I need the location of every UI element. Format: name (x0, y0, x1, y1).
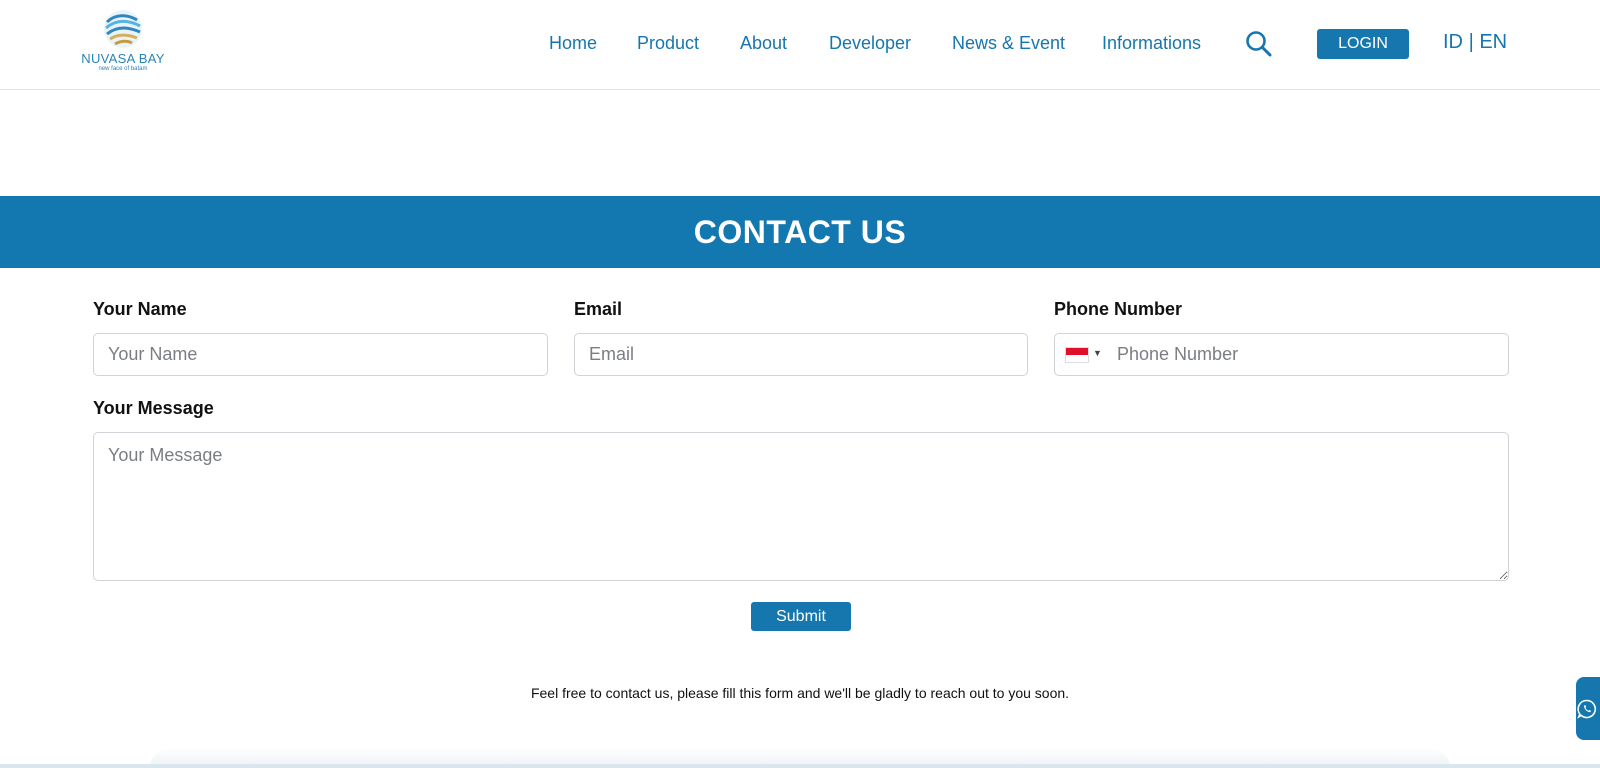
nav-developer[interactable]: Developer (829, 30, 911, 56)
contact-banner: CONTACT US (0, 196, 1600, 268)
whatsapp-chat-button[interactable] (1576, 677, 1600, 740)
page-title: CONTACT US (693, 214, 907, 250)
contact-note: Feel free to contact us, please fill thi… (530, 685, 1070, 701)
logo-mark-icon (104, 10, 142, 48)
nav-product[interactable]: Product (637, 30, 699, 56)
phone-label: Phone Number (1054, 299, 1183, 319)
footer-edge (0, 764, 1600, 768)
search-icon[interactable] (1245, 30, 1273, 58)
nav-news-event[interactable]: News & Event (952, 30, 1065, 56)
lang-separator: | (1468, 31, 1474, 53)
country-dropdown-caret-icon[interactable]: ▼ (1093, 348, 1102, 358)
email-label: Email (574, 299, 623, 319)
language-switcher: ID | EN (1443, 29, 1507, 55)
brand-logo[interactable]: NUVASA BAY new face of batam (76, 8, 170, 80)
whatsapp-icon (1577, 699, 1597, 719)
nav-about[interactable]: About (740, 30, 787, 56)
submit-button[interactable]: Submit (751, 602, 851, 631)
nav-home[interactable]: Home (549, 30, 597, 56)
message-label: Your Message (93, 398, 214, 418)
message-textarea[interactable] (93, 432, 1509, 581)
lang-id-link[interactable]: ID (1443, 31, 1463, 53)
login-button[interactable]: LOGIN (1317, 29, 1409, 59)
flag-id-icon[interactable] (1065, 347, 1089, 363)
brand-tagline: new face of batam (98, 66, 148, 72)
name-input[interactable] (93, 333, 548, 376)
name-label: Your Name (93, 299, 187, 319)
site-header: NUVASA BAY new face of batam Home Produc… (0, 0, 1600, 90)
lang-en-link[interactable]: EN (1479, 31, 1507, 53)
nav-informations[interactable]: Informations (1102, 30, 1201, 56)
phone-input[interactable] (1111, 334, 1506, 375)
brand-name: NUVASA BAY (81, 51, 165, 66)
email-input[interactable] (574, 333, 1028, 376)
phone-field: ▼ (1054, 333, 1509, 376)
